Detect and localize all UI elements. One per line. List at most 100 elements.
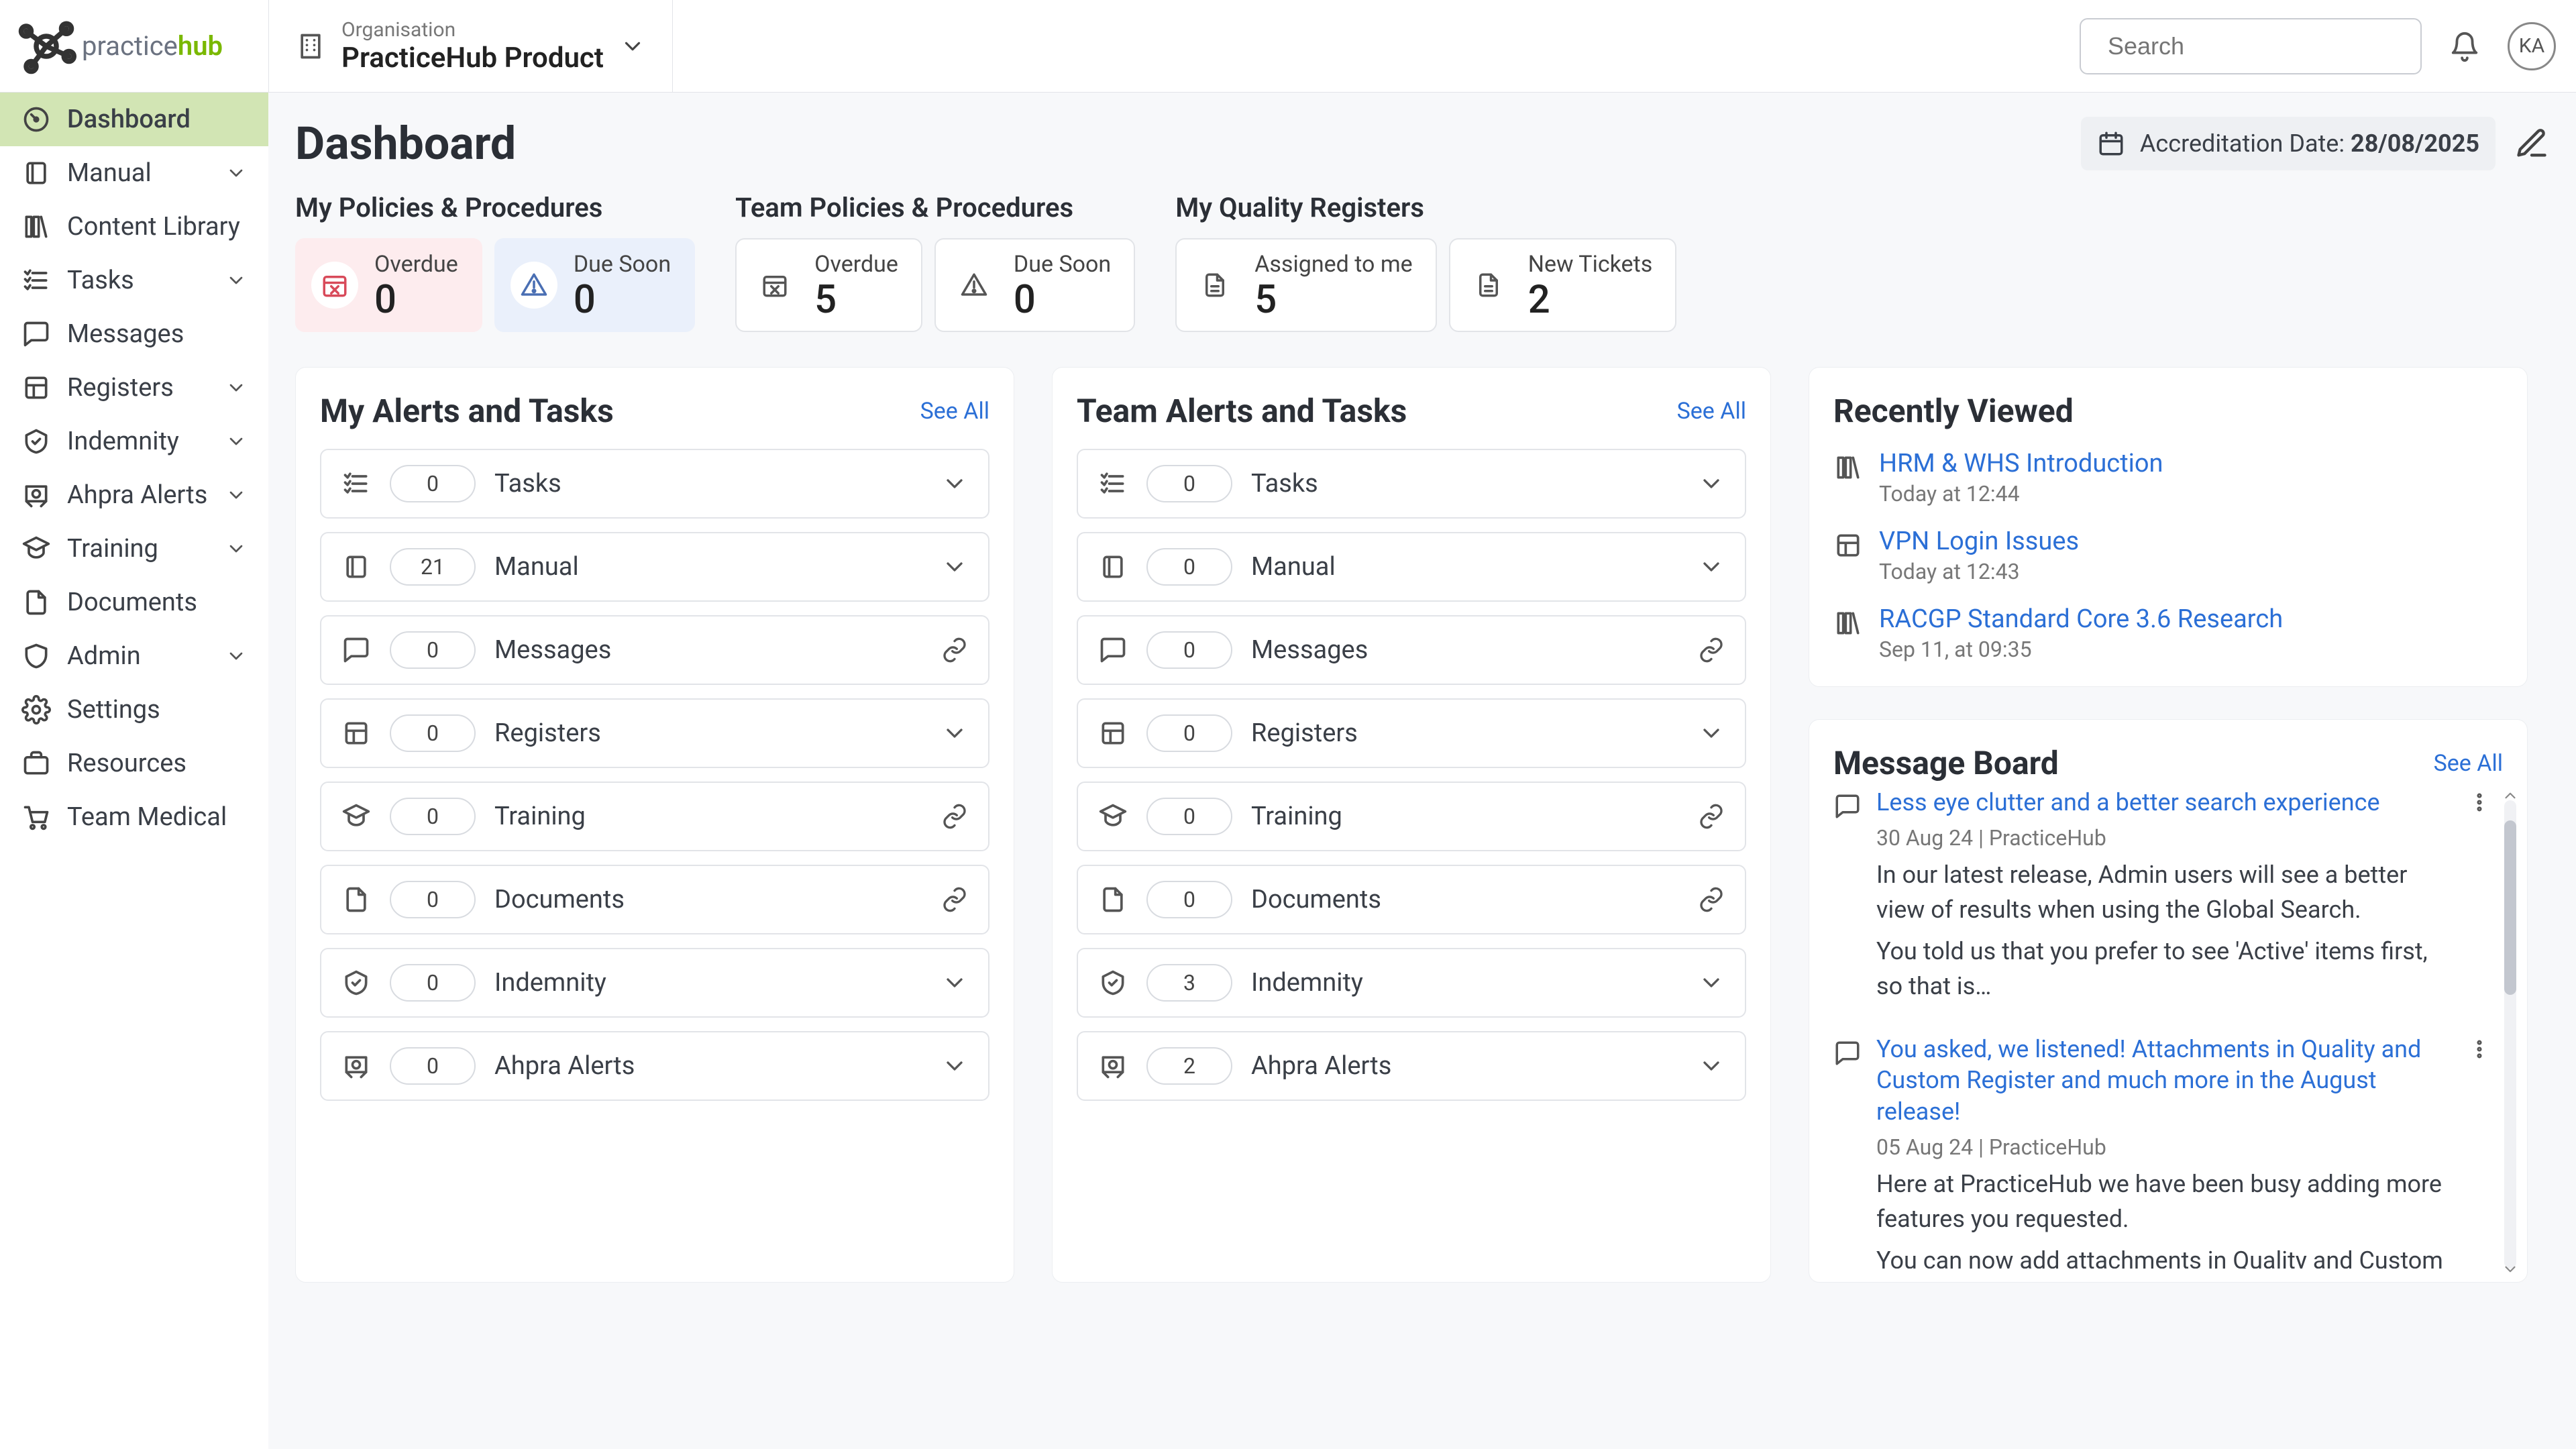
sidebar-item-label: Team Medical [67, 802, 247, 832]
stat-group: Team Policies & Procedures Overdue 5 Due… [735, 192, 1135, 332]
accreditation-date: 28/08/2025 [2351, 129, 2479, 158]
sidebar-item-registers[interactable]: Registers [0, 361, 268, 415]
message-excerpt: In our latest release, Admin users will … [1876, 857, 2453, 927]
sidebar-item-settings[interactable]: Settings [0, 683, 268, 737]
message-board-widget: Message Board See All Less eye clutter a… [1809, 719, 2528, 1283]
warn-icon [960, 271, 988, 299]
recent-item-link[interactable]: HRM & WHS Introduction [1879, 449, 2163, 478]
team-alerts-see-all[interactable]: See All [1677, 398, 1746, 425]
organisation-picker[interactable]: Organisation PracticeHub Product [268, 0, 673, 92]
my-alerts-row-indemnity[interactable]: 0 Indemnity [320, 948, 989, 1018]
my-alerts-widget: My Alerts and Tasks See All 0 Tasks 21 M… [295, 367, 1014, 1283]
library-icon [1833, 608, 1863, 638]
stat-value: 5 [1254, 280, 1413, 319]
sidebar-item-training[interactable]: Training [0, 522, 268, 576]
team-alerts-row-tasks[interactable]: 0 Tasks [1077, 449, 1746, 519]
sidebar-item-resources[interactable]: Resources [0, 737, 268, 790]
message-board-see-all[interactable]: See All [2434, 750, 2503, 777]
gauge-icon [21, 105, 51, 134]
sidebar-item-tasks[interactable]: Tasks [0, 254, 268, 307]
count-badge: 0 [390, 964, 476, 1002]
scrollbar-track[interactable] [2504, 800, 2516, 1269]
sidebar-item-indemnity[interactable]: Indemnity [0, 415, 268, 468]
sidebar-item-label: Admin [67, 641, 209, 671]
message-title-link[interactable]: You asked, we listened! Attachments in Q… [1876, 1034, 2453, 1128]
global-search[interactable] [2080, 18, 2422, 74]
recent-item-meta: Sep 11, at 09:35 [1879, 637, 2283, 662]
count-badge: 2 [1146, 1047, 1232, 1085]
recent-item: VPN Login Issues Today at 12:43 [1833, 527, 2503, 584]
stat-card-overdue[interactable]: Overdue 5 [735, 238, 922, 332]
team-alerts-row-messages[interactable]: 0 Messages [1077, 615, 1746, 685]
edit-accreditation-button[interactable] [2514, 126, 2549, 161]
sidebar-item-documents[interactable]: Documents [0, 576, 268, 629]
team-alerts-row-registers[interactable]: 0 Registers [1077, 698, 1746, 768]
recent-item-link[interactable]: RACGP Standard Core 3.6 Research [1879, 604, 2283, 634]
chevron-down-icon [1698, 1053, 1725, 1079]
stat-group-title: My Policies & Procedures [295, 192, 695, 223]
scroll-down-icon[interactable] [2502, 1260, 2519, 1278]
sidebar-item-admin[interactable]: Admin [0, 629, 268, 683]
user-avatar[interactable]: KA [2508, 22, 2556, 70]
stat-value: 0 [374, 280, 458, 319]
scrollbar-thumb[interactable] [2504, 820, 2516, 995]
chevron-down-icon [225, 484, 247, 506]
notifications-button[interactable] [2440, 22, 2489, 70]
sidebar-item-messages[interactable]: Messages [0, 307, 268, 361]
organisation-name: PracticeHub Product [341, 42, 604, 74]
my-alerts-row-messages[interactable]: 0 Messages [320, 615, 989, 685]
chevron-down-icon [1698, 553, 1725, 580]
message-title-link[interactable]: Less eye clutter and a better search exp… [1876, 787, 2453, 818]
sidebar: Dashboard Manual Content Library Tasks M… [0, 93, 268, 1449]
my-alerts-row-tasks[interactable]: 0 Tasks [320, 449, 989, 519]
more-vertical-icon [2468, 791, 2491, 814]
team-alerts-row-indemnity[interactable]: 3 Indemnity [1077, 948, 1746, 1018]
building-icon [296, 32, 325, 61]
page-title: Dashboard [295, 117, 2081, 170]
stat-value: 2 [1528, 280, 1653, 319]
row-label: Messages [1251, 635, 1679, 665]
stat-card-due soon[interactable]: Due Soon 0 [494, 238, 695, 332]
sidebar-item-manual[interactable]: Manual [0, 146, 268, 200]
my-alerts-title: My Alerts and Tasks [320, 392, 920, 430]
my-alerts-row-manual[interactable]: 21 Manual [320, 532, 989, 602]
count-badge: 0 [1146, 881, 1232, 918]
my-alerts-row-training[interactable]: 0 Training [320, 782, 989, 851]
search-input[interactable] [2108, 32, 2420, 60]
stat-label: Overdue [374, 251, 458, 278]
app-header: practicehub Organisation PracticeHub Pro… [0, 0, 2576, 93]
team-alerts-row-documents[interactable]: 0 Documents [1077, 865, 1746, 934]
sidebar-item-ahpra alerts[interactable]: Ahpra Alerts [0, 468, 268, 522]
team-alerts-row-training[interactable]: 0 Training [1077, 782, 1746, 851]
team-alerts-row-ahpra alerts[interactable]: 2 Ahpra Alerts [1077, 1031, 1746, 1101]
bell-icon [2449, 31, 2480, 62]
sidebar-item-content library[interactable]: Content Library [0, 200, 268, 254]
my-alerts-see-all[interactable]: See All [920, 398, 989, 425]
sidebar-item-team medical[interactable]: Team Medical [0, 790, 268, 844]
chevron-down-icon [941, 1053, 968, 1079]
brand-logo[interactable]: practicehub [0, 16, 268, 76]
my-alerts-row-registers[interactable]: 0 Registers [320, 698, 989, 768]
chevron-down-icon [941, 720, 968, 747]
team-alerts-row-manual[interactable]: 0 Manual [1077, 532, 1746, 602]
indemnity-icon [1098, 968, 1128, 998]
edit-icon [2514, 126, 2549, 161]
stat-card-due soon[interactable]: Due Soon 0 [934, 238, 1135, 332]
warn-icon [520, 271, 548, 299]
chevron-down-icon [1698, 720, 1725, 747]
my-alerts-row-documents[interactable]: 0 Documents [320, 865, 989, 934]
sidebar-item-dashboard[interactable]: Dashboard [0, 93, 268, 146]
row-label: Ahpra Alerts [494, 1051, 922, 1081]
accreditation-date-pill[interactable]: Accreditation Date: 28/08/2025 [2081, 117, 2496, 170]
stat-card-overdue[interactable]: Overdue 0 [295, 238, 482, 332]
message-icon [1833, 792, 1862, 820]
count-badge: 0 [1146, 548, 1232, 586]
stat-card-assigned to me[interactable]: Assigned to me 5 [1175, 238, 1437, 332]
message-item: Less eye clutter and a better search exp… [1833, 787, 2491, 1004]
stat-label: Due Soon [1014, 251, 1111, 278]
stat-card-new tickets[interactable]: New Tickets 2 [1449, 238, 1677, 332]
recent-item-link[interactable]: VPN Login Issues [1879, 527, 2079, 556]
sidebar-item-label: Indemnity [67, 427, 209, 456]
my-alerts-row-ahpra alerts[interactable]: 0 Ahpra Alerts [320, 1031, 989, 1101]
sidebar-item-label: Resources [67, 749, 247, 778]
